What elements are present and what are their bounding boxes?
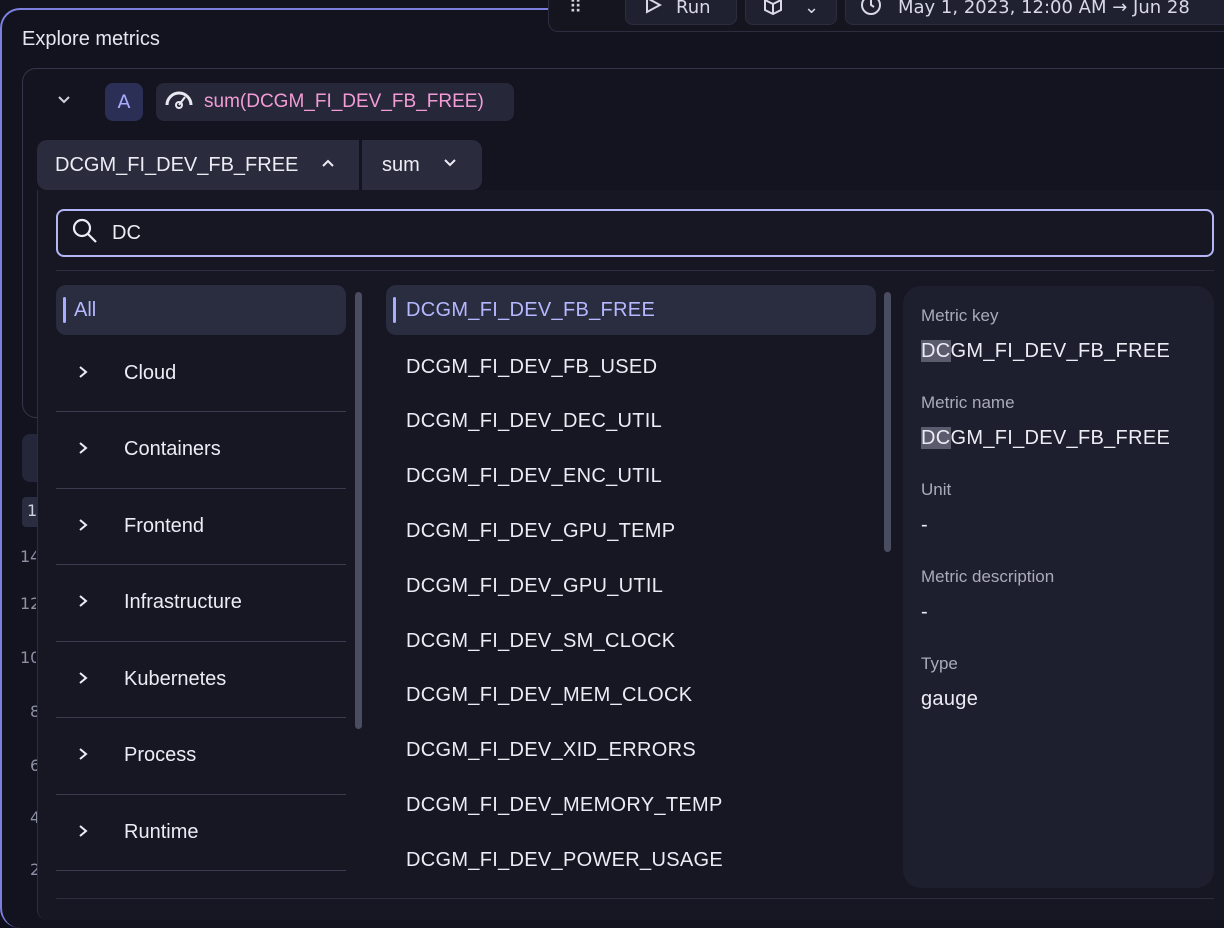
category-item-kubernetes[interactable]: Kubernetes <box>56 642 346 718</box>
chevron-right-icon <box>76 591 90 614</box>
metric-search-box[interactable] <box>56 209 1214 257</box>
top-toolbar: ⠿ Run ⌄ May 1, 2023, 12:00 AM → Jun 28 <box>548 0 1224 32</box>
category-item-containers[interactable]: Containers <box>56 412 346 489</box>
y-tick: 10 <box>20 648 36 667</box>
category-item-frontend[interactable]: Frontend <box>56 489 346 565</box>
category-item-process[interactable]: Process <box>56 718 346 795</box>
app-root: ⠿ Run ⌄ May 1, 2023, 12:00 AM → Jun 28 E… <box>0 0 1224 928</box>
category-item-infrastructure[interactable]: Infrastructure <box>56 565 346 642</box>
query-letter-badge: A <box>105 83 143 121</box>
metric-item[interactable]: DCGM_FI_DEV_FB_USED <box>386 340 876 395</box>
aggregation-label: sum <box>382 153 420 176</box>
metric-details-panel: Metric key DCGM_FI_DEV_FB_FREE Metric na… <box>903 286 1214 888</box>
chevron-down-icon[interactable] <box>56 92 72 113</box>
category-item-runtime[interactable]: Runtime <box>56 795 346 871</box>
chevron-down-icon: ⌄ <box>804 0 820 18</box>
gauge-icon <box>164 87 194 117</box>
metric-item[interactable]: DCGM_FI_DEV_ENC_UTIL <box>386 449 876 504</box>
clock-icon <box>860 0 882 21</box>
description-label: Metric description <box>921 567 1055 586</box>
search-input[interactable] <box>112 221 1112 245</box>
run-button[interactable]: Run <box>625 0 737 25</box>
timeframe-selector[interactable]: May 1, 2023, 12:00 AM → Jun 28 <box>845 0 1224 25</box>
category-label: Cloud <box>124 361 177 384</box>
metric-item-selected[interactable]: DCGM_FI_DEV_FB_FREE <box>386 285 876 335</box>
metric-item[interactable]: DCGM_FI_DEV_XID_ERRORS <box>386 723 876 778</box>
category-all[interactable]: All <box>56 285 346 335</box>
metric-name-rest: GM_FI_DEV_FB_FREE <box>950 427 1171 449</box>
query-expression[interactable]: sum(DCGM_FI_DEV_FB_FREE) <box>156 83 514 121</box>
metric-key-label: Metric key <box>921 306 999 325</box>
type-label: Type <box>921 654 958 673</box>
chevron-right-icon <box>76 668 90 691</box>
play-icon <box>644 0 663 19</box>
category-item-cloud[interactable]: Cloud <box>56 335 346 412</box>
panel-title: Explore metrics <box>22 28 160 50</box>
metric-item[interactable]: DCGM_FI_DEV_GPU_UTIL <box>386 559 876 614</box>
chevron-down-icon <box>442 154 458 177</box>
metric-name-label: Metric name <box>921 393 1015 412</box>
search-match-highlight: DC <box>921 340 951 362</box>
chevron-right-icon <box>76 362 90 385</box>
type-value: gauge <box>921 688 979 710</box>
y-tick: 14 <box>20 547 36 566</box>
search-match-highlight: DC <box>921 427 951 449</box>
category-label: Infrastructure <box>124 591 242 614</box>
metric-item[interactable]: DCGM_FI_DEV_GPU_TEMP <box>386 504 876 559</box>
metric-item[interactable]: DCGM_FI_DEV_MEM_CLOCK <box>386 669 876 724</box>
category-label: Frontend <box>124 514 205 537</box>
metric-key-value: DCGM_FI_DEV_FB_FREE <box>921 340 1196 363</box>
metric-select[interactable]: DCGM_FI_DEV_FB_FREE <box>37 140 359 190</box>
metric-list: DCGM_FI_DEV_FB_FREE DCGM_FI_DEV_FB_USED … <box>386 285 876 888</box>
chevron-right-icon <box>76 515 90 538</box>
metric-item[interactable]: DCGM_FI_DEV_POWER_USAGE <box>386 833 876 888</box>
timeframe-label: May 1, 2023, 12:00 AM → Jun 28 <box>898 0 1190 18</box>
unit-value: - <box>921 514 928 536</box>
query-expression-text: sum(DCGM_FI_DEV_FB_FREE) <box>204 91 484 112</box>
chevron-up-icon <box>320 154 336 177</box>
metric-item[interactable]: DCGM_FI_DEV_SM_CLOCK <box>386 614 876 669</box>
segment-selector[interactable]: ⌄ <box>745 0 837 25</box>
metric-key-rest: GM_FI_DEV_FB_FREE <box>950 340 1171 362</box>
category-scrollbar[interactable] <box>355 292 362 729</box>
metric-item[interactable]: DCGM_FI_DEV_DEC_UTIL <box>386 395 876 450</box>
metric-scrollbar[interactable] <box>884 292 891 552</box>
chevron-right-icon <box>76 438 90 461</box>
divider <box>56 898 1214 899</box>
chevron-right-icon <box>76 821 90 844</box>
cube-icon <box>762 0 784 21</box>
run-label: Run <box>676 0 711 18</box>
description-value: - <box>921 601 928 623</box>
unit-label: Unit <box>921 480 952 499</box>
metric-select-label: DCGM_FI_DEV_FB_FREE <box>55 153 299 176</box>
chevron-right-icon <box>76 744 90 767</box>
drag-handle-icon[interactable]: ⠿ <box>569 0 582 18</box>
category-label: Runtime <box>124 820 199 843</box>
category-label: Containers <box>124 438 221 461</box>
search-icon <box>72 218 98 248</box>
metric-item[interactable]: DCGM_FI_DEV_MEMORY_TEMP <box>386 778 876 833</box>
y-tick: 12 <box>20 594 36 613</box>
metric-name-value: DCGM_FI_DEV_FB_FREE <box>921 427 1196 450</box>
category-list: All Cloud Containers Frontend Infrastruc… <box>56 285 346 871</box>
category-label: Process <box>124 744 197 767</box>
aggregation-select[interactable]: sum <box>362 140 482 190</box>
divider <box>56 270 1214 271</box>
category-label: Kubernetes <box>124 667 227 690</box>
